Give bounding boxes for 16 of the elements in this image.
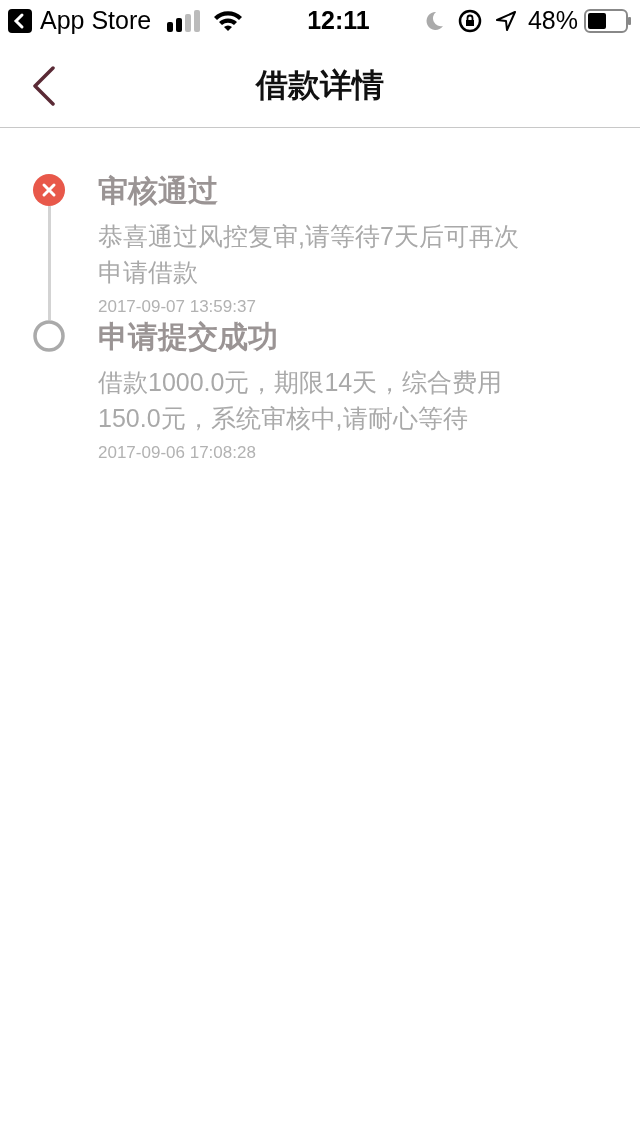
wifi-icon <box>213 10 244 32</box>
step-description: 借款1000.0元，期限14天，综合费用150.0元，系统审核中,请耐心等待 <box>98 367 504 434</box>
battery-icon <box>584 9 632 33</box>
back-app-label[interactable]: App Store <box>40 2 152 40</box>
step-description: 恭喜通过风控复审,请等待7天后可再次申请借款 <box>98 221 520 288</box>
back-icon[interactable] <box>8 9 32 33</box>
signal-icon <box>167 10 202 32</box>
step-title: 审核通过 <box>98 174 219 208</box>
location-arrow-icon <box>495 11 516 31</box>
step-title: 申请提交成功 <box>98 320 279 354</box>
clock: 12:11 <box>307 5 370 37</box>
step-time: 2017-09-06 17:08:28 <box>98 442 257 464</box>
page-title: 借款详情 <box>256 65 384 105</box>
rotation-lock-icon <box>457 9 482 33</box>
step-time: 2017-09-07 13:59:37 <box>98 296 257 318</box>
battery-percent: 48% <box>527 5 578 37</box>
